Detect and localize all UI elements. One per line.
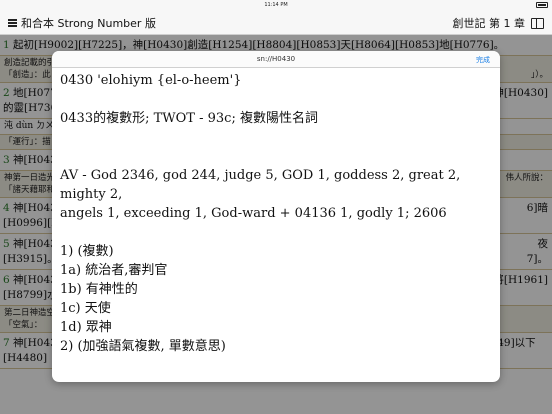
status-time: 11:14 PM [264,2,288,8]
status-bar: 11:14 PM [0,0,552,10]
entry-line: 1c) 天使 [60,301,111,316]
battery-icon [536,2,548,8]
popup-header: sn://H0430 完成 [52,51,500,68]
entry-line: angels 1, exceeding 1, God-ward + 04136 … [60,206,447,221]
entry-line: 1a) 統治者,審判官 [60,263,168,278]
entry-line [60,147,490,166]
entry-line: 1b) 有神性的 [60,282,138,297]
chapter-selector[interactable]: 創世記 第 1 章 [453,15,526,31]
battery-indicator [536,2,548,8]
popup-body: 0430 'elohiym {el-o-heem'} 0433的複數形; TWO… [60,71,490,356]
entry-line [60,223,490,242]
entry-line: 1d) 眾神 [60,320,112,335]
entry-line: 0430 'elohiym {el-o-heem'} [60,73,242,88]
done-button[interactable]: 完成 [476,55,490,65]
app-title: 和合本 Strong Number 版 [21,17,156,30]
book-icon[interactable] [531,17,544,29]
nav-bar: 和合本 Strong Number 版 創世記 第 1 章 [0,10,552,35]
strong-number-popup: sn://H0430 完成 0430 'elohiym {el-o-heem'}… [52,51,500,382]
entry-line [60,90,490,109]
hamburger-icon [8,19,17,27]
entry-line: 0433的複數形; TWOT - 93c; 複數陽性名詞 [60,111,318,126]
popup-title: sn://H0430 [256,55,296,63]
menu-button[interactable]: 和合本 Strong Number 版 [8,15,156,31]
entry-line [60,128,490,147]
entry-line: AV - God 2346, god 244, judge 5, GOD 1, … [60,168,461,202]
entry-line: 1) (複數) [60,244,114,259]
entry-line: 2) (加強語氣複數, 單數意思) [60,339,226,354]
